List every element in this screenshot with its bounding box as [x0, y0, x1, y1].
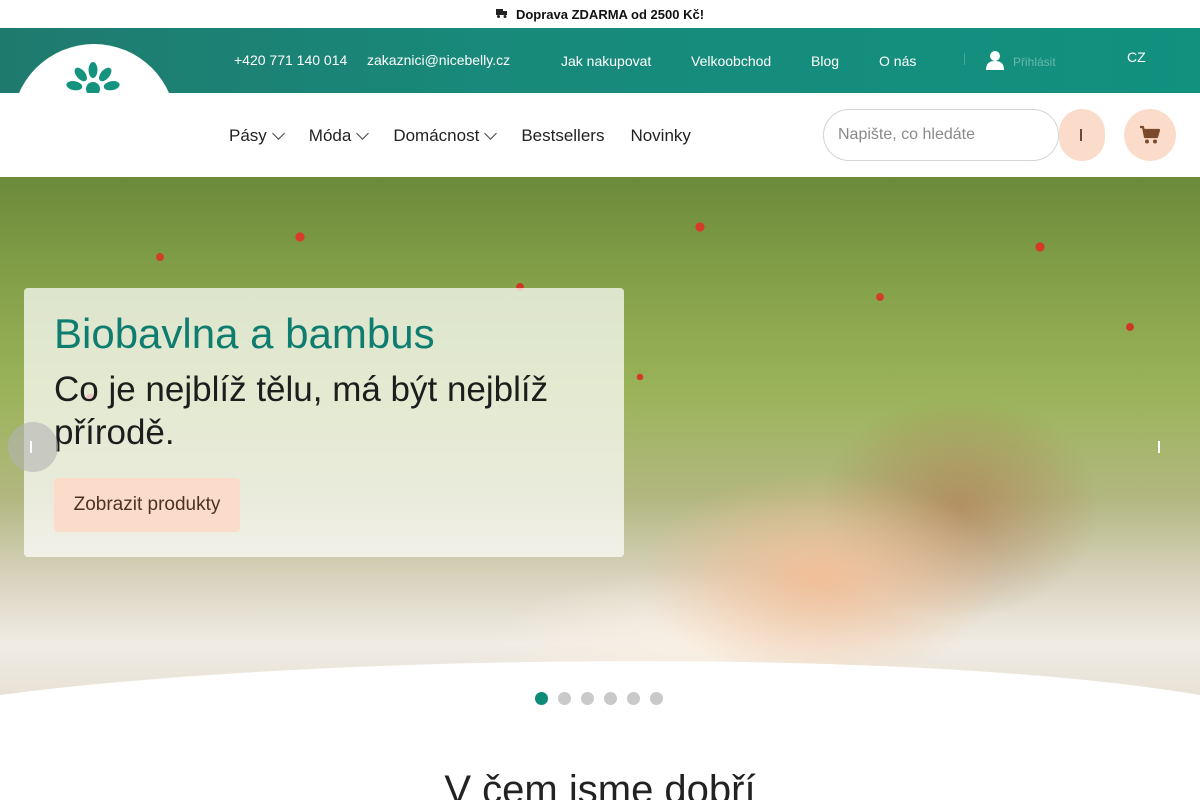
search-input[interactable] — [823, 109, 1059, 161]
slider-dot-6[interactable] — [650, 692, 663, 705]
nav-item-domacnost[interactable]: Domácnost — [393, 126, 498, 146]
top-bar: +420 771 140 014 zakaznici@nicebelly.cz … — [0, 28, 1200, 93]
cart-icon — [1140, 125, 1161, 144]
chevron-down-icon — [356, 127, 370, 140]
nav-label: Novinky — [630, 126, 691, 145]
hero-bottom-curve — [0, 661, 1200, 715]
search-icon — [1080, 129, 1082, 141]
phone-link[interactable]: +420 771 140 014 — [234, 52, 347, 68]
slider-dot-5[interactable] — [627, 692, 640, 705]
nav-item-bestsellers[interactable]: Bestsellers — [521, 126, 604, 146]
separator-icon: │ — [962, 54, 969, 65]
nav-label: Domácnost — [393, 126, 480, 145]
slider-next-button[interactable] — [1144, 430, 1174, 464]
slider-dot-2[interactable] — [558, 692, 571, 705]
login-button[interactable]: Přihlásit — [985, 50, 1056, 70]
section-heading: V čem jsme dobří — [444, 768, 756, 800]
hero-subtitle: Co je nejblíž tělu, má být nejblíž příro… — [54, 370, 549, 453]
hero-slider: Biobavlna a bambus Co je nejblíž tělu, m… — [0, 177, 1200, 695]
slider-dot-4[interactable] — [604, 692, 617, 705]
slider-dot-1[interactable] — [535, 692, 548, 705]
hero-card: Biobavlna a bambus Co je nejblíž tělu, m… — [24, 288, 624, 557]
top-link-jak-nakupovat[interactable]: Jak nakupovat — [561, 53, 651, 69]
chevron-right-icon — [1158, 441, 1160, 453]
nav-item-pasy[interactable]: Pásy — [229, 126, 285, 146]
announcement-bar: Doprava ZDARMA od 2500 Kč! — [0, 0, 1200, 28]
slider-dots — [535, 692, 663, 705]
chevron-left-icon — [30, 441, 32, 453]
nav-label: Pásy — [229, 126, 267, 145]
cart-button[interactable] — [1124, 109, 1176, 161]
top-link-blog[interactable]: Blog — [811, 53, 839, 69]
truck-icon — [495, 9, 507, 18]
hero-title: Biobavlna a bambus — [54, 310, 435, 357]
chevron-down-icon — [271, 127, 285, 140]
nav-label: Móda — [308, 126, 352, 145]
nav-label: Bestsellers — [521, 126, 605, 145]
menu: Pásy Móda Domácnost Bestsellers Novinky — [229, 126, 691, 146]
announcement-text: Doprava ZDARMA od 2500 Kč! — [515, 6, 705, 22]
slider-prev-button[interactable] — [8, 422, 58, 472]
login-label: Přihlásit — [1013, 54, 1056, 69]
nav-item-moda[interactable]: Móda — [308, 126, 370, 146]
user-icon — [986, 51, 1004, 70]
show-products-button[interactable]: Zobrazit produkty — [54, 478, 240, 532]
top-link-velkoobchod[interactable]: Velkoobchod — [691, 53, 771, 69]
slider-dot-3[interactable] — [581, 692, 594, 705]
language-switch[interactable]: CZ — [1127, 49, 1146, 65]
chevron-down-icon — [484, 127, 498, 140]
nav-item-novinky[interactable]: Novinky — [630, 126, 690, 146]
search-button[interactable] — [1059, 109, 1105, 161]
top-link-o-nas[interactable]: O nás — [879, 53, 916, 69]
main-nav: Pásy Móda Domácnost Bestsellers Novinky — [0, 93, 1200, 177]
email-link[interactable]: zakaznici@nicebelly.cz — [367, 52, 510, 68]
